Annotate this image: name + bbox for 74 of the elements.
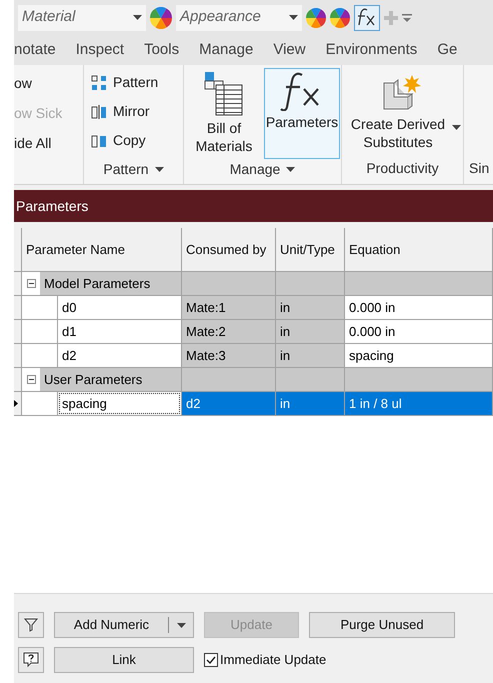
collapse-icon[interactable] (26, 375, 36, 384)
table-cell (276, 272, 345, 296)
caret-icon (133, 15, 142, 20)
group-label: Model Parameters (40, 272, 181, 295)
table-cell: in (276, 392, 345, 416)
ribbon-tab[interactable]: Manage (199, 35, 254, 65)
ribbon-tab[interactable]: Ge (437, 35, 458, 65)
dialog-title: Parameters (16, 196, 88, 216)
ribbon-large-button[interactable]: Parameters (264, 68, 340, 159)
purge-unused-button[interactable]: Purge Unused (309, 612, 455, 638)
ribbon-command[interactable]: ow (14, 73, 83, 94)
filter-icon (24, 618, 38, 632)
caret-icon (286, 167, 296, 172)
panel-footer: Productivity (342, 158, 463, 180)
mirror-icon (91, 104, 107, 120)
ribbon-tab[interactable]: notate (14, 35, 56, 65)
ribbon-command[interactable]: Mirror (91, 101, 176, 122)
column-header[interactable]: Parameter Name (22, 228, 182, 272)
help-button[interactable] (18, 647, 44, 673)
panel-footer[interactable]: Pattern (91, 158, 176, 180)
collapse-icon[interactable] (26, 279, 36, 288)
table-cell: 0.000 in (345, 320, 493, 344)
ribbon-tab[interactable]: Inspect (76, 35, 124, 65)
immediate-update-checkbox[interactable]: Immediate Update (204, 650, 326, 670)
ribbon-tab[interactable]: View (273, 35, 306, 65)
caret-icon (154, 166, 164, 172)
table-cell-text: d2 (61, 346, 78, 365)
group-label: User Parameters (40, 368, 181, 391)
material-dropdown[interactable]: Material (18, 4, 146, 30)
part-icon (382, 73, 424, 111)
row-header[interactable] (14, 392, 22, 416)
table-cell: Mate:1 (182, 296, 276, 320)
color-wheel-icon[interactable] (330, 8, 350, 28)
function-icon[interactable] (354, 4, 380, 30)
caret-icon (176, 622, 186, 628)
table-cell (276, 368, 345, 392)
ribbon-command[interactable]: Copy (91, 130, 176, 151)
customize-icon[interactable] (402, 12, 412, 22)
ribbon-tab[interactable]: Tools (144, 35, 180, 65)
link-button[interactable]: Link (54, 647, 194, 673)
ribbon-large-button[interactable]: Create Derived Substitutes (342, 65, 463, 158)
table-cell: 0.000 in (345, 296, 493, 320)
table-cell: Mate:3 (182, 344, 276, 368)
add-numeric-button[interactable]: Add Numeric (54, 612, 194, 638)
copy-icon (91, 132, 107, 148)
caret-icon (289, 15, 298, 20)
ribbon-command[interactable]: ide All (14, 133, 83, 154)
table-cell: 1 in / 8 ul (345, 392, 493, 416)
column-header[interactable]: Equation (345, 228, 493, 272)
filter-button[interactable] (18, 612, 44, 638)
ribbon-tab[interactable]: Environments (326, 35, 418, 65)
table-cell: spacing (58, 392, 181, 415)
table-cell-text: d0 (61, 298, 78, 317)
ribbon-large-button[interactable]: Bill of Materials (186, 68, 262, 159)
caret-icon (452, 125, 461, 130)
color-wheel-icon[interactable] (150, 6, 172, 28)
table-cell: Mate:2 (182, 320, 276, 344)
column-header[interactable]: Unit/Type (276, 228, 345, 272)
table-cell: d2 (182, 392, 276, 416)
appearance-dropdown[interactable]: Appearance (176, 4, 302, 30)
table-cell-text: d1 (61, 322, 78, 341)
grid-icon (91, 74, 107, 90)
help-icon (23, 652, 39, 668)
table-cell: in (276, 344, 345, 368)
column-header[interactable]: Consumed by (182, 228, 276, 272)
panel-footer[interactable]: Manage (186, 159, 339, 180)
table-icon (204, 71, 244, 117)
table-cell: in (276, 320, 345, 344)
table-cell: spacing (345, 344, 493, 368)
panel-footer: Sin (469, 158, 493, 180)
table-cell: in (276, 296, 345, 320)
ribbon-command[interactable]: Pattern (91, 72, 176, 93)
checkbox-icon[interactable] (204, 653, 218, 667)
color-wheel-icon[interactable] (306, 8, 326, 28)
